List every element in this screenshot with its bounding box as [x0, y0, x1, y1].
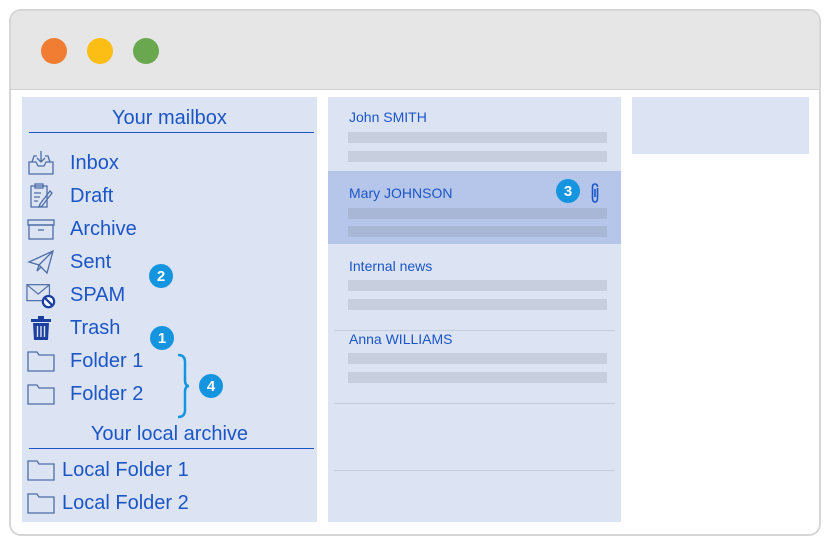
paperclip-icon[interactable] — [589, 182, 601, 209]
message-sender: John SMITH — [349, 109, 427, 125]
sidebar-item-label: Inbox — [70, 151, 119, 174]
sidebar-item-archive[interactable]: Archive — [26, 214, 137, 244]
sidebar-item-trash[interactable]: Trash — [26, 313, 120, 343]
mailbox-title: Your mailbox — [112, 107, 227, 129]
mailbox-divider — [29, 132, 314, 133]
app-window: Your mailbox Inbox Draft Archive Sent 2 … — [9, 9, 821, 536]
sidebar-item-label: SPAM — [70, 283, 126, 306]
local-archive-divider — [29, 448, 314, 449]
sent-badge: 2 — [149, 264, 173, 288]
sidebar-item-label: Sent — [70, 250, 112, 273]
row-divider — [334, 403, 615, 404]
sidebar-item-label: Trash — [70, 316, 121, 339]
folders-bracket — [177, 353, 190, 419]
message-row[interactable]: Anna WILLIAMS — [328, 331, 621, 404]
sidebar-item-folder-1[interactable]: Folder 1 — [26, 346, 143, 376]
row-divider — [334, 470, 615, 471]
message-preview-line — [348, 353, 607, 364]
message-preview-line — [348, 280, 607, 291]
folders-badge: 4 — [199, 374, 223, 398]
message-row[interactable]: Internal news — [328, 258, 621, 331]
minimize-dot[interactable] — [87, 38, 113, 64]
reading-pane — [632, 97, 809, 154]
maximize-dot[interactable] — [133, 38, 159, 64]
folder-icon — [26, 380, 56, 408]
sidebar: Your mailbox Inbox Draft Archive Sent 2 … — [22, 97, 317, 522]
message-sender: Mary JOHNSON — [349, 185, 453, 201]
sidebar-item-local-folder-1[interactable]: Local Folder 1 — [26, 455, 189, 485]
paper-plane-icon — [26, 248, 56, 276]
sidebar-item-folder-2[interactable]: Folder 2 — [26, 379, 143, 409]
message-row-selected[interactable]: Mary JOHNSON 3 — [328, 171, 621, 244]
sidebar-item-label: Folder 2 — [70, 382, 144, 405]
local-archive-title: Your local archive — [90, 423, 249, 445]
sidebar-item-inbox[interactable]: Inbox — [26, 148, 119, 178]
message-preview-line — [348, 372, 607, 383]
title-bar — [11, 11, 819, 90]
message-row[interactable]: John SMITH — [328, 97, 621, 170]
sidebar-item-label: Local Folder 2 — [62, 491, 189, 514]
message-preview-line — [348, 132, 607, 143]
close-dot[interactable] — [41, 38, 67, 64]
spam-icon — [26, 281, 56, 309]
sidebar-item-sent[interactable]: Sent — [26, 247, 111, 277]
sidebar-item-label: Local Folder 1 — [62, 458, 189, 481]
sidebar-item-label: Folder 1 — [70, 349, 144, 372]
archive-box-icon — [26, 215, 56, 243]
message-list: John SMITH Mary JOHNSON 3 Internal news — [328, 97, 621, 522]
sidebar-item-local-folder-2[interactable]: Local Folder 2 — [26, 488, 189, 518]
message-preview-line — [348, 299, 607, 310]
sidebar-item-draft[interactable]: Draft — [26, 181, 113, 211]
draft-icon — [26, 182, 56, 210]
sidebar-item-label: Draft — [70, 184, 114, 207]
message-preview-line — [348, 151, 607, 162]
message-badge: 3 — [556, 179, 580, 203]
trash-badge: 1 — [150, 326, 174, 350]
trash-icon — [26, 314, 56, 342]
message-sender: Anna WILLIAMS — [349, 331, 453, 347]
message-preview-line — [348, 226, 607, 237]
sidebar-item-spam[interactable]: SPAM — [26, 280, 125, 310]
folder-icon — [26, 347, 56, 375]
inbox-icon — [26, 149, 56, 177]
folder-icon — [26, 489, 56, 517]
message-sender: Internal news — [349, 258, 433, 274]
folder-icon — [26, 456, 56, 484]
sidebar-item-label: Archive — [70, 217, 137, 240]
message-preview-line — [348, 208, 607, 219]
